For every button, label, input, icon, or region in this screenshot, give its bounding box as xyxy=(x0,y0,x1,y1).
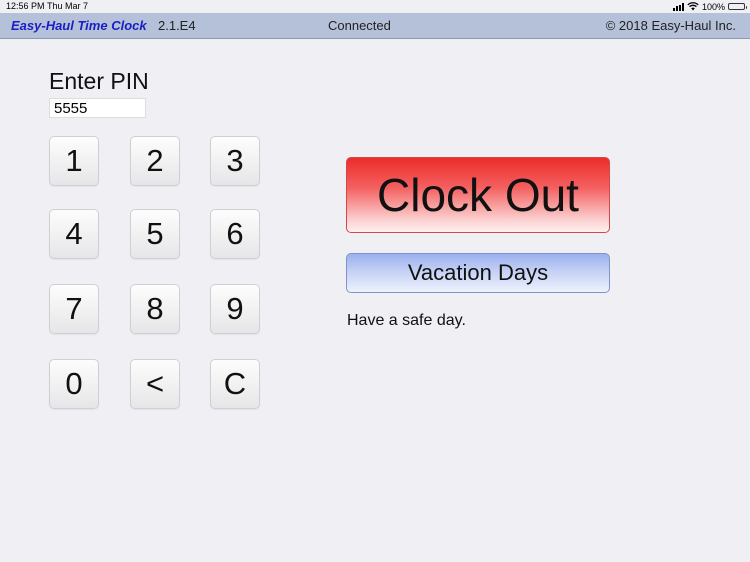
status-date: Thu Mar 7 xyxy=(47,1,89,11)
status-message: Have a safe day. xyxy=(347,312,466,329)
keypad-key-2[interactable]: 2 xyxy=(130,136,180,186)
status-bar: 12:56 PM Thu Mar 7 100% xyxy=(0,0,750,13)
status-indicators: 100% xyxy=(672,0,747,13)
battery-icon xyxy=(728,3,747,10)
keypad-key-9[interactable]: 9 xyxy=(210,284,260,334)
keypad-key-3[interactable]: 3 xyxy=(210,136,260,186)
vacation-days-button[interactable]: Vacation Days xyxy=(346,253,610,293)
app-version: 2.1.E4 xyxy=(158,18,196,33)
keypad-key-5[interactable]: 5 xyxy=(130,209,180,259)
app-header: Easy-Haul Time Clock 2.1.E4 Connected © … xyxy=(0,13,750,39)
connection-status: Connected xyxy=(328,18,391,33)
keypad-key-4[interactable]: 4 xyxy=(49,209,99,259)
keypad-key-7[interactable]: 7 xyxy=(49,284,99,334)
clock-out-button[interactable]: Clock Out xyxy=(346,157,610,233)
pin-label: Enter PIN xyxy=(49,68,149,94)
wifi-icon xyxy=(687,2,699,11)
keypad-backspace-key[interactable]: < xyxy=(130,359,180,409)
keypad-key-6[interactable]: 6 xyxy=(210,209,260,259)
keypad-clear-key[interactable]: C xyxy=(210,359,260,409)
app-title: Easy-Haul Time Clock xyxy=(11,18,147,33)
copyright-text: © 2018 Easy-Haul Inc. xyxy=(605,18,736,33)
pin-input[interactable] xyxy=(49,98,146,118)
keypad-key-8[interactable]: 8 xyxy=(130,284,180,334)
signal-icon xyxy=(672,2,684,11)
keypad-key-0[interactable]: 0 xyxy=(49,359,99,409)
keypad-key-1[interactable]: 1 xyxy=(49,136,99,186)
battery-percent: 100% xyxy=(701,1,725,12)
status-time: 12:56 PM xyxy=(6,1,45,11)
